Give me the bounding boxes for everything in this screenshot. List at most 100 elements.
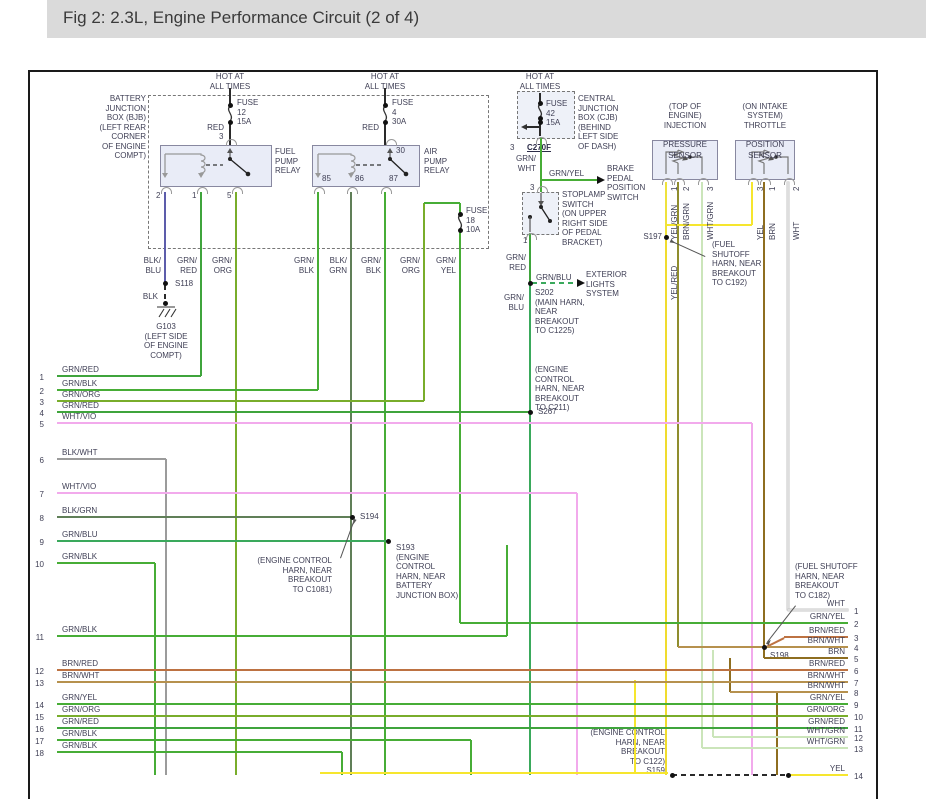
page-title: Fig 2: 2.3L, Engine Performance Circuit … bbox=[63, 8, 419, 28]
cjb-pin3-label: 3 bbox=[510, 143, 514, 153]
splice-dot bbox=[386, 539, 391, 544]
wire bbox=[320, 772, 668, 774]
stoplamp-switch-internals bbox=[522, 192, 557, 233]
right-row-number: 12 bbox=[854, 734, 870, 744]
exterior-lights-label: EXTERIOR LIGHTS SYSTEM bbox=[586, 270, 627, 299]
pin-arc-icon bbox=[748, 178, 759, 185]
left-row-wire-label: WHT/VIO bbox=[62, 482, 96, 492]
left-row-wire-label: GRN/BLK bbox=[62, 552, 97, 562]
wire bbox=[57, 516, 352, 518]
wire bbox=[529, 233, 531, 283]
grn-blu-wire-label: GRN/ BLU bbox=[498, 293, 524, 312]
pin-arc-icon bbox=[537, 186, 548, 193]
grn-wht-wire-label: GRN/ WHT bbox=[508, 154, 536, 173]
right-row-number: 9 bbox=[854, 701, 870, 711]
fuel-relay-pin3-label: 3 bbox=[219, 132, 223, 142]
tps-caption: (ON INTAKE SYSTEM) THROTTLE POSITION SEN… bbox=[731, 92, 799, 170]
fuse-4-label: FUSE 4 30A bbox=[392, 98, 413, 127]
ips-caption-line5: SENSOR bbox=[650, 151, 720, 161]
wire bbox=[57, 492, 577, 494]
left-row-wire-label: GRN/ORG bbox=[62, 390, 100, 400]
left-row-number: 3 bbox=[28, 398, 44, 408]
left-row-number: 11 bbox=[28, 633, 44, 643]
left-row-number: 18 bbox=[28, 749, 44, 759]
tps-wire-label: YEL bbox=[756, 196, 766, 240]
right-row-number: 2 bbox=[854, 620, 870, 630]
wire bbox=[57, 715, 848, 717]
right-row-wire-label: BRN/RED bbox=[765, 659, 845, 669]
left-row-number: 9 bbox=[28, 538, 44, 548]
left-row-wire-label: GRN/ORG bbox=[62, 705, 100, 715]
air-relay-pin86-label: 86 bbox=[355, 174, 364, 184]
wire bbox=[701, 182, 703, 748]
wire bbox=[460, 622, 848, 624]
wire bbox=[235, 192, 237, 775]
splice-dot bbox=[163, 301, 168, 306]
splice-dot bbox=[538, 120, 543, 125]
wire bbox=[529, 283, 531, 775]
ips-wire-label: BRN/GRN bbox=[682, 196, 692, 240]
fuse-42-label: FUSE 42 15A bbox=[546, 99, 567, 128]
fuel-relay-pin5-label: 5 bbox=[227, 191, 231, 201]
s197-label: S197 bbox=[634, 232, 662, 242]
splice-dot bbox=[528, 281, 533, 286]
connector-c270f[interactable]: C270F bbox=[527, 143, 551, 153]
wire bbox=[57, 739, 471, 741]
right-row-wire-label: GRN/YEL bbox=[765, 612, 845, 622]
air-relay-pin85-label: 85 bbox=[322, 174, 331, 184]
wire bbox=[57, 375, 201, 377]
left-row-number: 2 bbox=[28, 387, 44, 397]
g103-label: G103 (LEFT SIDE OF ENGINE COMPT) bbox=[128, 322, 204, 360]
bus-wire-label: BLK/ GRN bbox=[315, 256, 347, 275]
splice-dot bbox=[762, 645, 767, 650]
wire bbox=[712, 650, 714, 737]
s159-note: (ENGINE CONTROL HARN, NEAR BREAKOUT TO C… bbox=[575, 728, 665, 776]
pin-arc-icon bbox=[314, 187, 325, 194]
right-row-wire-label: BRN/WHT bbox=[765, 636, 845, 646]
bus-wire-label: GRN/ ORG bbox=[388, 256, 420, 275]
wire bbox=[57, 727, 848, 729]
stoplamp-pin3-label: 3 bbox=[530, 183, 534, 193]
bpp-arrow-icon bbox=[597, 176, 605, 184]
pin-arc-icon bbox=[526, 233, 537, 240]
wire bbox=[540, 137, 542, 192]
wire bbox=[788, 609, 848, 611]
wire bbox=[541, 179, 597, 181]
left-row-number: 8 bbox=[28, 514, 44, 524]
right-row-number: 10 bbox=[854, 713, 870, 723]
left-row-wire-label: BRN/RED bbox=[62, 659, 98, 669]
wire bbox=[787, 182, 789, 610]
fuel-shutoff-c192-note: (FUEL SHUTOFF HARN, NEAR BREAKOUT TO C19… bbox=[712, 240, 761, 288]
pin-arc-icon bbox=[784, 178, 795, 185]
right-row-wire-label: YEL bbox=[765, 764, 845, 774]
wire bbox=[57, 681, 848, 683]
right-row-number: 6 bbox=[854, 667, 870, 677]
left-row-wire-label: GRN/BLK bbox=[62, 379, 97, 389]
splice-dot bbox=[458, 228, 463, 233]
tps-caption-line4: POSITION bbox=[731, 140, 799, 150]
wire bbox=[57, 400, 424, 402]
fuse-18-label: FUSE 18 10A bbox=[466, 206, 487, 235]
red-wire-label: RED bbox=[355, 123, 379, 133]
left-row-wire-label: GRN/RED bbox=[62, 717, 99, 727]
right-row-number: 3 bbox=[854, 634, 870, 644]
left-row-number: 1 bbox=[28, 373, 44, 383]
right-row-wire-label: WHT/GRN bbox=[765, 737, 845, 747]
right-row-number: 1 bbox=[854, 607, 870, 617]
cjb-label: CENTRAL JUNCTION BOX (CJB) (BEHIND LEFT … bbox=[578, 94, 618, 151]
wire bbox=[763, 182, 765, 647]
left-row-number: 5 bbox=[28, 420, 44, 430]
s202-label: S202 (MAIN HARN, NEAR BREAKOUT TO C1225) bbox=[535, 288, 585, 336]
wire bbox=[57, 635, 507, 637]
left-row-number: 16 bbox=[28, 725, 44, 735]
right-row-number: 8 bbox=[854, 689, 870, 699]
s267-label: S267 bbox=[538, 407, 557, 417]
left-row-number: 13 bbox=[28, 679, 44, 689]
left-row-wire-label: GRN/BLU bbox=[62, 530, 98, 540]
fuel-pump-relay-label: FUEL PUMP RELAY bbox=[275, 147, 301, 176]
right-row-wire-label: BRN/WHT bbox=[765, 681, 845, 691]
grn-yel-branch-label: GRN/YEL bbox=[549, 169, 584, 179]
right-row-wire-label: GRN/YEL bbox=[765, 693, 845, 703]
splice-dot bbox=[163, 281, 168, 286]
s193-label: S193 (ENGINE CONTROL HARN, NEAR BATTERY … bbox=[396, 543, 458, 600]
